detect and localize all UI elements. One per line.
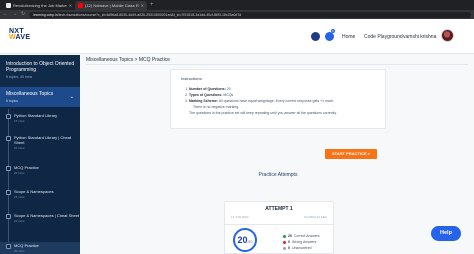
tab-close-icon[interactable]: ✕	[69, 3, 72, 8]
sidebar-item-label: Python Standard Library | Cheat Sheet	[14, 135, 72, 145]
notifications-icon[interactable]	[325, 32, 334, 41]
tab-favicon-icon	[6, 3, 11, 8]
nxtwave-logo[interactable]: NXT WAVE	[9, 28, 30, 41]
progress-rail	[8, 109, 9, 254]
status-icon	[6, 136, 11, 141]
status-icon	[6, 244, 11, 249]
stat-unanswered: 0 Unanswered	[283, 245, 320, 251]
sidebar-item-meta: 10 mins	[14, 146, 25, 150]
user-name[interactable]: vamshi krishna	[403, 34, 436, 40]
sidebar-item-label: Scope & Namespaces	[14, 189, 54, 194]
help-button[interactable]: Help	[431, 226, 461, 241]
attempt-duration: 04 MINS 24 SEC	[304, 215, 327, 219]
browser-tab-bar: Revolutionizing the Job Market | ... ✕ (…	[0, 0, 474, 10]
check-icon	[283, 234, 286, 238]
status-icon	[6, 166, 11, 171]
instructions-title: Instructions:	[181, 76, 203, 81]
divider	[225, 224, 333, 225]
chevron-down-icon: ⌄	[69, 94, 74, 100]
divider	[86, 64, 468, 65]
attempt-date: 17 JUN 2022	[231, 215, 249, 219]
page: NXT WAVE 6 Home Code Playground vamshi k…	[0, 19, 474, 254]
forward-icon[interactable]: →	[12, 10, 17, 19]
notification-badge: 6	[331, 29, 335, 33]
status-icon	[6, 114, 11, 119]
address-bar-row: ← → ↻ learning.ccbp.in/tech-foundations/…	[0, 10, 474, 19]
attempt-stats: 20 Correct Answers 0 Wrong Answers 0 Unansw…	[283, 233, 320, 251]
nav-home[interactable]: Home	[342, 34, 355, 40]
start-practice-button[interactable]: START PRACTICE >	[325, 149, 377, 159]
sidebar-item-label: Scope & Namespaces | Cheat Sheet	[14, 213, 80, 218]
section-miscellaneous-topics[interactable]: Miscellaneous Topics 6 topics ⌄	[0, 87, 80, 107]
sidebar-item-scope-namespaces[interactable]: Scope & Namespaces 15 mins	[0, 189, 80, 199]
score-ring: 20/20	[233, 228, 257, 252]
course-sidebar: Introduction to Object Oriented Programm…	[0, 55, 80, 254]
nav-code-playground[interactable]: Code Playground	[364, 34, 403, 40]
sidebar-item-meta: 15 mins	[14, 195, 25, 199]
new-tab-icon[interactable]: +	[150, 1, 154, 10]
site-header: NXT WAVE 6 Home Code Playground vamshi k…	[0, 19, 474, 54]
cross-icon	[283, 240, 286, 244]
browser-tab-active[interactable]: (12) Nxtwave | Mobile Class R... ✕	[75, 1, 147, 10]
sidebar-item-meta: 15 mins	[14, 119, 25, 123]
course-meta: 8 topics, 45 mins	[6, 75, 33, 79]
streak-icon[interactable]	[311, 32, 320, 41]
instructions-card: Instructions: Number of Questions: 20 Ty…	[170, 69, 386, 129]
sidebar-item-label: Python Standard Library	[14, 113, 58, 118]
sidebar-item-meta: 20 mins	[14, 249, 25, 253]
repeat-note: The questions in the practice set will k…	[189, 111, 337, 115]
sidebar-item-scope-cheat-sheet[interactable]: Scope & Namespaces | Cheat Sheet 10 mins	[0, 213, 80, 223]
sidebar-item-mcq-practice-2[interactable]: MCQ Practice 20 mins	[0, 242, 80, 254]
breadcrumb: Miscellaneous Topics > MCQ Practice	[86, 57, 170, 63]
score-value: 20	[237, 235, 248, 245]
tab-close-icon[interactable]: ✕	[141, 3, 144, 8]
attempt-dates: 17 JUN 2022 04 MINS 24 SEC	[225, 215, 333, 219]
youtube-favicon-icon	[78, 3, 83, 8]
sidebar-item-label: MCQ Practice	[14, 243, 39, 248]
attempt-card: ATTEMPT 1 17 JUN 2022 04 MINS 24 SEC 20/…	[224, 201, 334, 254]
course-title: Introduction to Object Oriented Programm…	[6, 61, 75, 73]
sidebar-item-python-cheat-sheet[interactable]: Python Standard Library | Cheat Sheet 10…	[0, 135, 80, 150]
avatar[interactable]	[441, 29, 454, 42]
tab-title: (12) Nxtwave | Mobile Class R...	[85, 3, 139, 8]
status-icon	[6, 190, 11, 195]
back-icon[interactable]: ←	[3, 10, 8, 19]
tab-title: Revolutionizing the Job Market | ...	[13, 3, 67, 8]
browser-tab[interactable]: Revolutionizing the Job Market | ... ✕	[3, 1, 75, 10]
status-icon	[6, 214, 11, 219]
reload-icon[interactable]: ↻	[21, 10, 25, 19]
sidebar-item-label: MCQ Practice	[14, 165, 39, 170]
sidebar-item-mcq-practice-1[interactable]: MCQ Practice 20 mins	[0, 165, 80, 175]
sidebar-item-python-standard-library[interactable]: Python Standard Library 15 mins	[0, 113, 80, 123]
instructions-list: Number of Questions: 20 Types of Questio…	[181, 86, 385, 104]
sidebar-item-meta: 10 mins	[14, 219, 25, 223]
practice-attempts-title: Practice Attempts	[258, 172, 298, 178]
attempt-title: ATTEMPT 1	[265, 206, 293, 212]
score-total: /20	[247, 240, 253, 244]
dash-icon	[283, 246, 286, 250]
course-title-block[interactable]: Introduction to Object Oriented Programm…	[0, 55, 80, 87]
sidebar-item-meta: 20 mins	[14, 171, 25, 175]
url-input[interactable]: learning.ccbp.in/tech-foundations/course…	[29, 11, 471, 18]
